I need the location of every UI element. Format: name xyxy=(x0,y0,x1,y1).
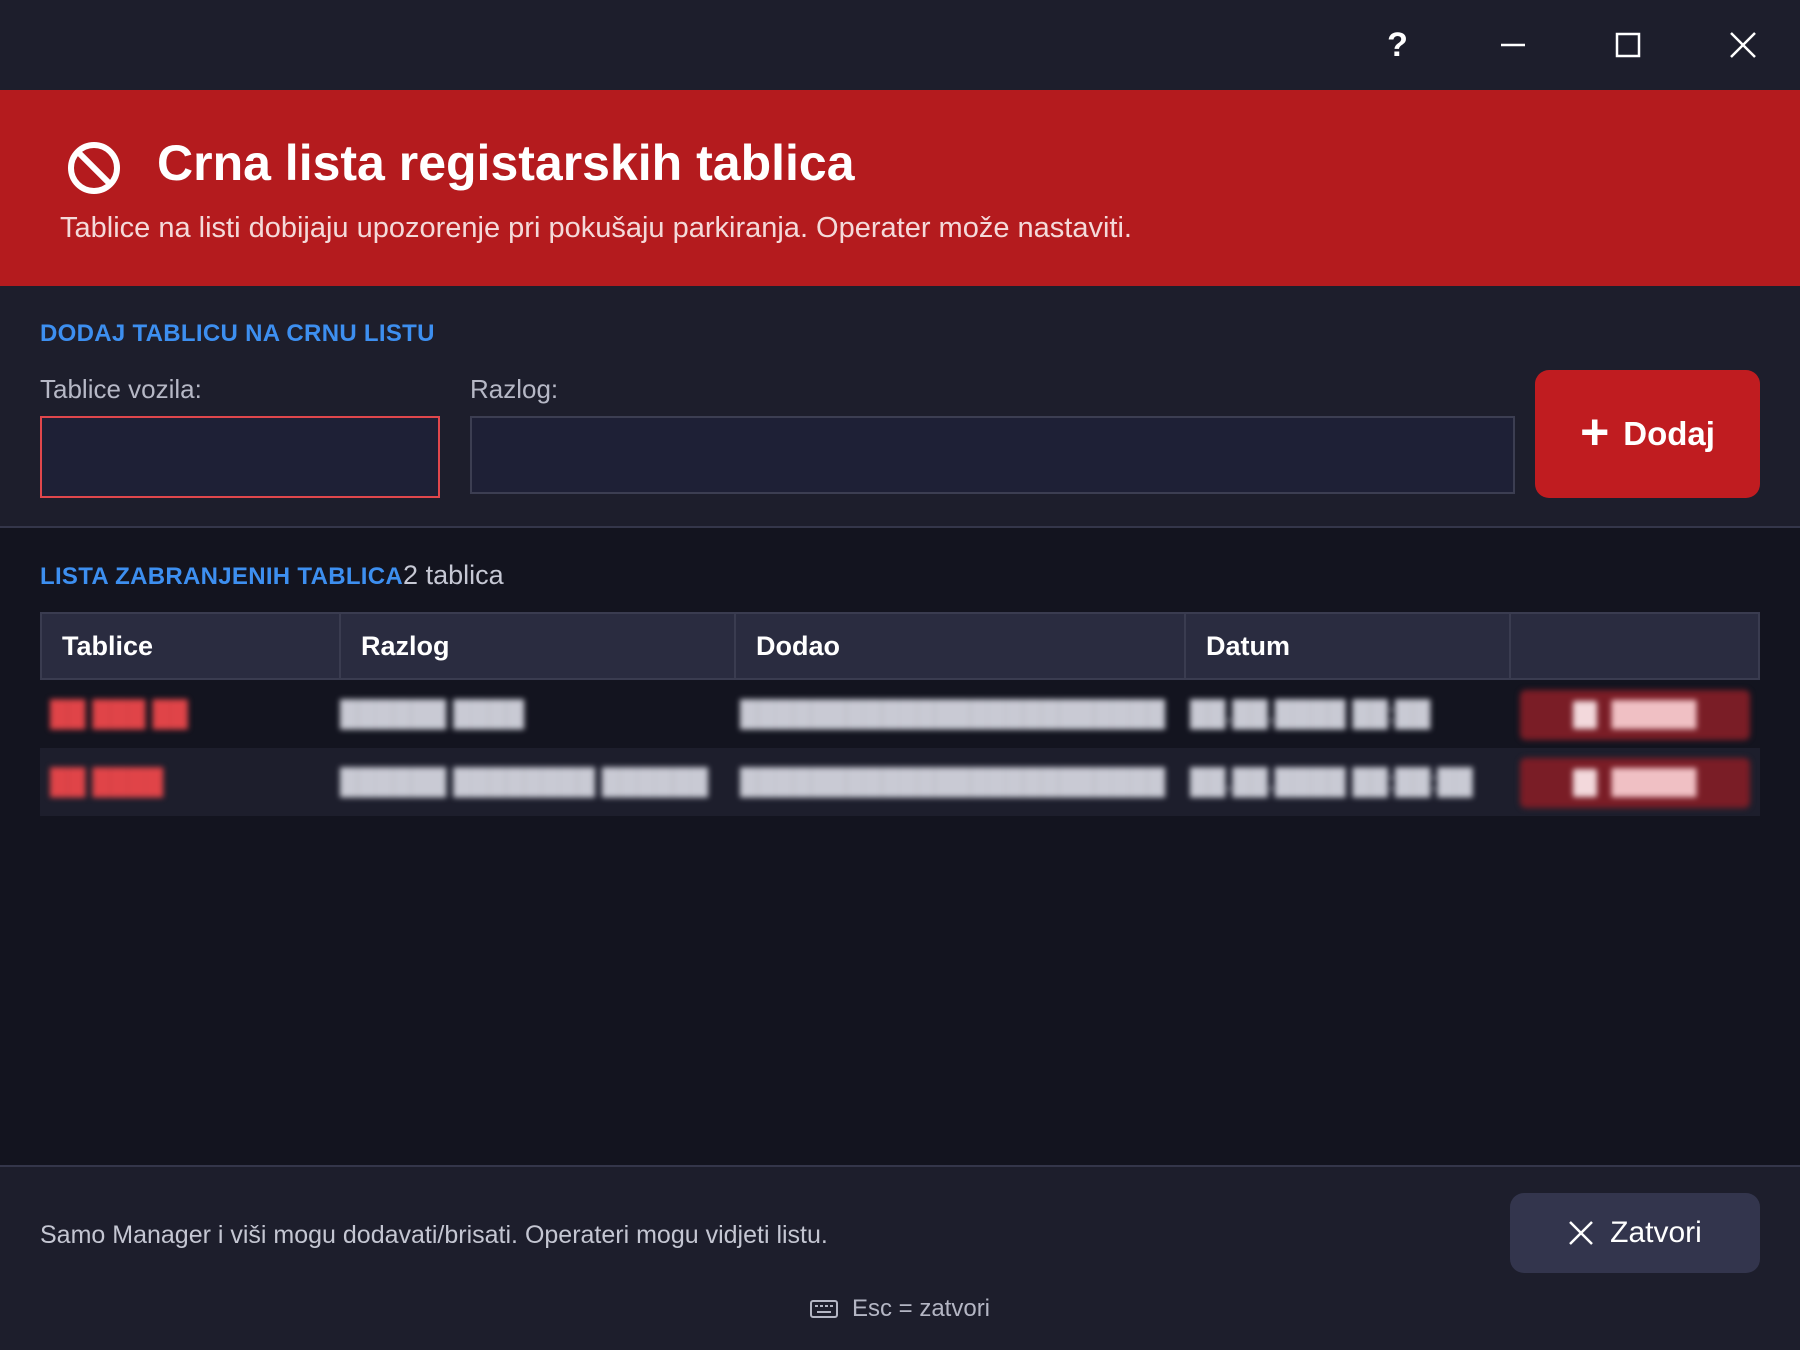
delete-button-label: █████ xyxy=(1611,769,1697,796)
column-header-reason[interactable]: Razlog xyxy=(341,614,736,678)
trash-icon xyxy=(1573,769,1598,797)
plus-icon: + xyxy=(1580,404,1610,460)
list-header: LISTA ZABRANJENIH TABLICA 2 tablica xyxy=(40,560,504,594)
delete-button-label: █████ xyxy=(1611,701,1697,728)
maximize-button[interactable] xyxy=(1570,0,1685,90)
column-header-actions xyxy=(1511,614,1758,678)
added-by-cell: ████████████████████████ xyxy=(740,767,1166,796)
close-button-label: Zatvori xyxy=(1610,1216,1702,1249)
shortcut-hint: Esc = zatvori xyxy=(0,1295,1800,1323)
reason-cell: ██████ ████████ ██████ xyxy=(340,767,709,796)
add-button[interactable]: + Dodaj xyxy=(1535,370,1760,498)
shortcut-hint-text: Esc = zatvori xyxy=(851,1295,991,1322)
column-header-added-by[interactable]: Dodao xyxy=(736,614,1186,678)
added-by-cell: ████████████████████████ xyxy=(740,699,1166,728)
plate-cell: ██ ████ xyxy=(50,767,164,796)
column-header-date[interactable]: Datum xyxy=(1186,614,1511,678)
page-title: Crna lista registarskih tablica xyxy=(157,135,855,191)
list-count: 2 tablica xyxy=(403,560,504,590)
table-header: Tablice Razlog Dodao Datum xyxy=(40,612,1760,680)
date-cell: ██.██.████ ██:██ xyxy=(1190,699,1431,728)
footer: Samo Manager i viši mogu dodavati/brisat… xyxy=(0,1165,1800,1350)
ban-icon xyxy=(68,142,120,194)
plate-cell: ██ ███ ██ xyxy=(50,699,188,728)
keyboard-icon xyxy=(809,1300,838,1318)
plate-input[interactable] xyxy=(40,416,440,498)
plate-label: Tablice vozila: xyxy=(40,374,202,404)
reason-cell: ██████ ████ xyxy=(340,699,525,728)
add-button-label: Dodaj xyxy=(1623,415,1715,452)
window-close-button[interactable] xyxy=(1685,0,1800,90)
list-section-title: LISTA ZABRANJENIH TABLICA xyxy=(40,563,404,590)
maximize-icon xyxy=(1615,32,1640,58)
title-bar: ? xyxy=(0,0,1800,90)
date-cell: ██.██.████ ██:██:██ xyxy=(1190,767,1473,796)
table-row[interactable]: ██ ████ ██████ ████████ ██████ █████████… xyxy=(40,748,1760,816)
reason-label: Razlog: xyxy=(470,374,559,404)
table-row[interactable]: ██ ███ ██ ██████ ████ ██████████████████… xyxy=(40,680,1760,748)
add-section-title: DODAJ TABLICU NA CRNU LISTU xyxy=(40,320,435,347)
minimize-button[interactable] xyxy=(1455,0,1570,90)
add-plate-section: DODAJ TABLICU NA CRNU LISTU Tablice vozi… xyxy=(0,286,1800,528)
help-button[interactable]: ? xyxy=(1340,0,1455,90)
minimize-icon xyxy=(1500,43,1525,47)
permission-note: Samo Manager i viši mogu dodavati/brisat… xyxy=(40,1221,828,1249)
trash-icon xyxy=(1573,701,1598,729)
blacklist-table: Tablice Razlog Dodao Datum ██ ███ ██ ███… xyxy=(40,612,1760,816)
column-header-plates[interactable]: Tablice xyxy=(42,614,341,678)
close-icon xyxy=(1569,1221,1594,1245)
close-icon xyxy=(1729,32,1756,58)
delete-button[interactable]: █████ xyxy=(1520,690,1750,740)
page-subtitle: Tablice na listi dobijaju upozorenje pri… xyxy=(60,212,1132,244)
delete-button[interactable]: █████ xyxy=(1520,758,1750,808)
reason-input[interactable] xyxy=(470,416,1515,494)
close-button[interactable]: Zatvori xyxy=(1510,1193,1760,1273)
header-banner: Crna lista registarskih tablica Tablice … xyxy=(0,90,1800,286)
